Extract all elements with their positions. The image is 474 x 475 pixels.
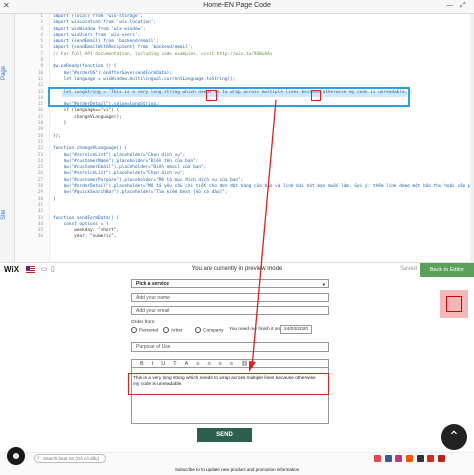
facebook-icon[interactable] [384,455,392,462]
service-dropdown-value: Pick a service [136,281,170,287]
deadline-date-input[interactable]: 24/03/2020 [280,325,313,334]
tab-page[interactable]: Page [1,66,7,80]
line-number: 36 [37,234,43,240]
radio-company-label: Company [203,328,224,334]
toolbar-button[interactable]: ≡ [230,360,233,368]
window-title-bar: ✕ Home-EN Page Code — ⤢ [0,0,474,14]
bag-icon [446,296,462,312]
instagram-icon[interactable] [395,455,403,462]
radio-artist-label: Artist [171,328,182,334]
expand-icon[interactable]: ⤢ [460,2,466,10]
quick-search-input[interactable]: Search beat ins [Gõ có dấu] [34,454,106,463]
radio-icon [131,327,137,333]
purpose-input[interactable]: Purpose of Use [131,342,329,352]
radio-artist[interactable]: Artist [163,327,182,333]
chevron-down-icon: ▾ [322,282,325,288]
toolbar-button[interactable]: ⛓ [241,360,248,368]
radio-personal[interactable]: Personal [131,327,158,333]
social-icons [374,455,447,464]
deadline-label: You need me finish it on: [229,327,282,332]
email-input[interactable]: Add your email [131,306,329,315]
radio-icon [163,327,169,333]
toolbar-button[interactable]: I [152,360,154,368]
window-title: Home-EN Page Code [203,2,271,9]
saved-status: Saved [400,266,418,272]
toolbar-button[interactable]: U [161,360,165,368]
rich-text-toolbar: B I U T A ≡ ≡ ≡ ≡ ⛓ [131,359,329,368]
search-icon: ⌕ [37,455,40,461]
code-line[interactable]: year: "numeric", [53,234,473,240]
order-from-label: Order from: [131,320,156,325]
radio-icon [195,327,201,333]
toolbar-button[interactable]: A [185,360,189,368]
toolbar-button[interactable]: ≡ [207,360,210,368]
service-dropdown[interactable]: Pick a service ▾ [131,279,329,288]
line-numbers: 1 2 3 4 5 6 7 8 9 10 11 12 13 14 15 16 17 18 19 20 21 22 23 24 2… [15,14,43,241]
annotation-red-box-right [311,90,321,101]
email-icon[interactable] [416,455,424,462]
code-editor[interactable]: import {local} from 'wix-storage'; import… [53,14,473,262]
annotation-red-box-left [206,90,217,101]
scroll-up-icon[interactable]: ⌃ [441,424,467,450]
annotation-red-box-output [128,373,329,395]
editor-scrollbar[interactable] [470,14,474,262]
radio-company[interactable]: Company [195,327,224,333]
toolbar-button[interactable]: ≡ [196,360,199,368]
minimize-icon[interactable]: — [446,2,453,9]
subscribe-text: Subscribe to to update new product and p… [174,467,300,472]
cart-widget[interactable] [440,290,468,318]
back-to-editor-button[interactable]: Back to Editor [420,263,474,277]
toolbar-button[interactable]: B [140,360,144,368]
annotation-blue-box [48,87,410,107]
toolbar-button[interactable]: ≡ [219,360,222,368]
code-panel-rail: Page Site [0,14,15,262]
toolbar-button[interactable]: T [173,360,176,368]
wix-preview-bar: WiX ▭ ▯ You are currently in preview mod… [0,262,474,278]
chat-icon[interactable] [7,447,25,465]
youtube-icon[interactable] [374,455,381,462]
vn-flag-icon[interactable] [427,455,435,462]
name-input[interactable]: Add your name [131,293,329,302]
soundcloud-icon[interactable] [406,455,414,462]
us-flag-icon[interactable] [438,455,446,462]
send-button[interactable]: SEND [197,428,252,442]
tab-site[interactable]: Site [1,210,7,220]
radio-personal-label: Personal [139,328,158,334]
